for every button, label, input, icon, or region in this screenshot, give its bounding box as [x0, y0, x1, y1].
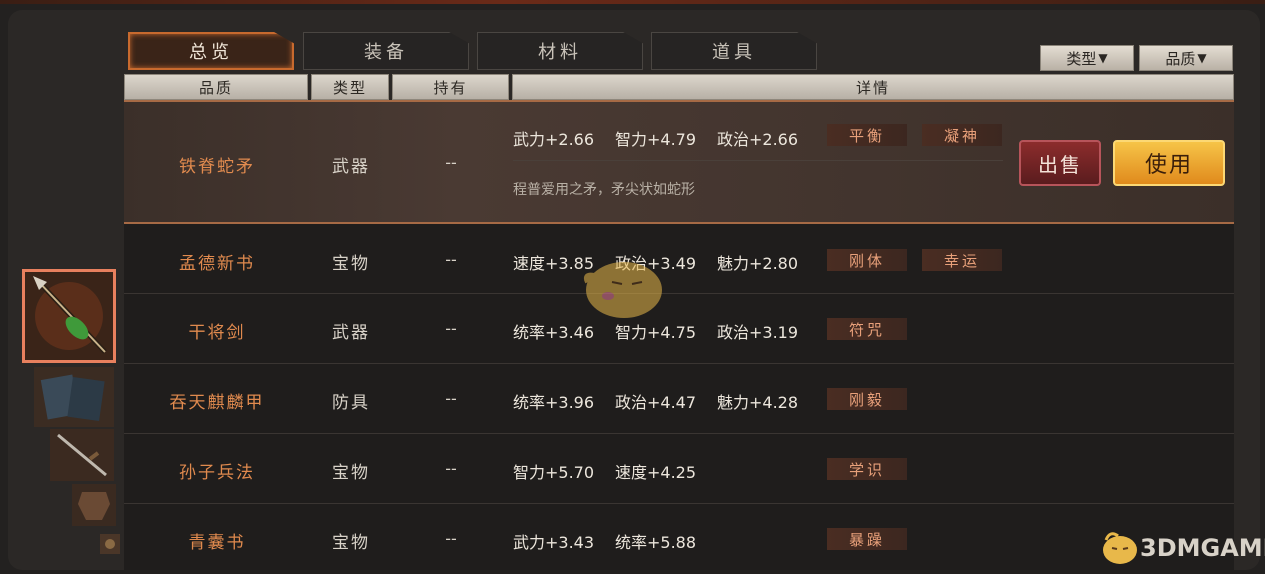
table-row[interactable]: 干将剑 武器 -- 统率+3.46 智力+4.75 政治+3.19 符咒 [124, 294, 1234, 364]
item-type: 武器 [332, 323, 370, 343]
trait-tag: 刚毅 [827, 388, 907, 410]
sword-icon [50, 429, 114, 481]
type-filter-dropdown[interactable]: 类型 ▼ [1040, 45, 1134, 71]
item-type: 武器 [332, 157, 370, 177]
trait-tag: 幸运 [922, 249, 1002, 271]
column-header-hold[interactable]: 持有 [392, 74, 509, 100]
item-name: 铁脊蛇矛 [179, 157, 255, 177]
stat-value: 武力+2.66 [513, 130, 595, 149]
tab-items[interactable]: 道具 [651, 32, 817, 70]
item-name: 干将剑 [188, 323, 246, 343]
stat-value: 智力+4.75 [615, 323, 697, 342]
item-hold: -- [445, 319, 457, 338]
stat-value: 政治+3.19 [717, 323, 799, 342]
item-type: 宝物 [332, 463, 370, 483]
table-row[interactable]: 青囊书 宝物 -- 武力+3.43 统率+5.88 暴躁 [124, 504, 1234, 570]
trait-tag: 刚体 [827, 249, 907, 271]
item-type: 防具 [332, 393, 370, 413]
column-header-type[interactable]: 类型 [311, 74, 389, 100]
chevron-down-icon: ▼ [1098, 51, 1108, 65]
spear-icon [25, 272, 113, 360]
trait-tag: 凝神 [922, 124, 1002, 146]
item-table: 铁脊蛇矛 武器 -- 武力+2.66 智力+4.79 政治+2.66 平衡 凝神… [124, 100, 1234, 570]
quality-filter-dropdown[interactable]: 品质 ▼ [1139, 45, 1233, 71]
item-hold: -- [445, 389, 457, 408]
item-thumbnail[interactable] [50, 429, 114, 481]
top-border [0, 0, 1265, 4]
detail-divider [513, 160, 1003, 161]
trait-tag: 学识 [827, 458, 907, 480]
mascot-icon [1103, 532, 1137, 564]
stat-value: 政治+2.66 [717, 130, 799, 149]
tab-equipment[interactable]: 装备 [303, 32, 469, 70]
stat-value: 统率+3.96 [513, 393, 595, 412]
item-hold: -- [445, 153, 457, 172]
type-filter-label: 类型 [1066, 49, 1097, 68]
item-hold: -- [445, 250, 457, 269]
table-row[interactable]: 铁脊蛇矛 武器 -- 武力+2.66 智力+4.79 政治+2.66 平衡 凝神… [124, 100, 1234, 224]
stat-value: 速度+4.25 [615, 463, 697, 482]
use-button[interactable]: 使用 [1113, 140, 1225, 186]
table-row[interactable]: 吞天麒麟甲 防具 -- 统率+3.96 政治+4.47 魅力+4.28 刚毅 [124, 364, 1234, 434]
trait-tag: 平衡 [827, 124, 907, 146]
stat-value: 智力+4.79 [615, 130, 697, 149]
item-name: 孟德新书 [179, 254, 255, 274]
stat-value: 统率+5.88 [615, 533, 697, 552]
table-row[interactable]: 孙子兵法 宝物 -- 智力+5.70 速度+4.25 学识 [124, 434, 1234, 504]
item-type: 宝物 [332, 533, 370, 553]
item-description: 程普爱用之矛，矛尖状如蛇形 [513, 182, 695, 198]
item-thumbnail[interactable] [100, 534, 120, 554]
item-name: 吞天麒麟甲 [169, 393, 265, 413]
watermark-text: 3DMGAME [1140, 534, 1265, 562]
item-hold: -- [445, 529, 457, 548]
item-name: 青囊书 [188, 533, 246, 553]
item-hold: -- [445, 459, 457, 478]
stat-value: 智力+5.70 [513, 463, 595, 482]
stat-value: 武力+3.43 [513, 533, 595, 552]
trait-tag: 符咒 [827, 318, 907, 340]
trait-tag: 暴躁 [827, 528, 907, 550]
item-icon [100, 534, 120, 554]
watermark-logo: 3DMGAME [1100, 528, 1265, 568]
quality-filter-label: 品质 [1165, 49, 1196, 68]
item-thumbnail-selected[interactable] [22, 269, 116, 363]
item-type: 宝物 [332, 254, 370, 274]
stat-value: 魅力+4.28 [717, 393, 799, 412]
mascot-watermark-icon [583, 262, 662, 318]
stat-value: 政治+4.47 [615, 393, 697, 412]
item-thumbnail[interactable] [34, 367, 114, 427]
tab-overview[interactable]: 总览 [128, 32, 294, 70]
armor-icon [72, 484, 116, 526]
column-header-details: 详情 [512, 74, 1234, 100]
tab-materials[interactable]: 材料 [477, 32, 643, 70]
stat-value: 魅力+2.80 [717, 254, 799, 273]
table-row[interactable]: 孟德新书 宝物 -- 速度+3.85 政治+3.49 魅力+2.80 刚体 幸运 [124, 224, 1234, 294]
book-icon [34, 367, 114, 427]
stat-value: 统率+3.46 [513, 323, 595, 342]
sell-button[interactable]: 出售 [1019, 140, 1101, 186]
column-header-quality[interactable]: 品质 [124, 74, 308, 100]
item-thumbnail[interactable] [72, 484, 116, 526]
chevron-down-icon: ▼ [1197, 51, 1207, 65]
item-name: 孙子兵法 [179, 463, 255, 483]
